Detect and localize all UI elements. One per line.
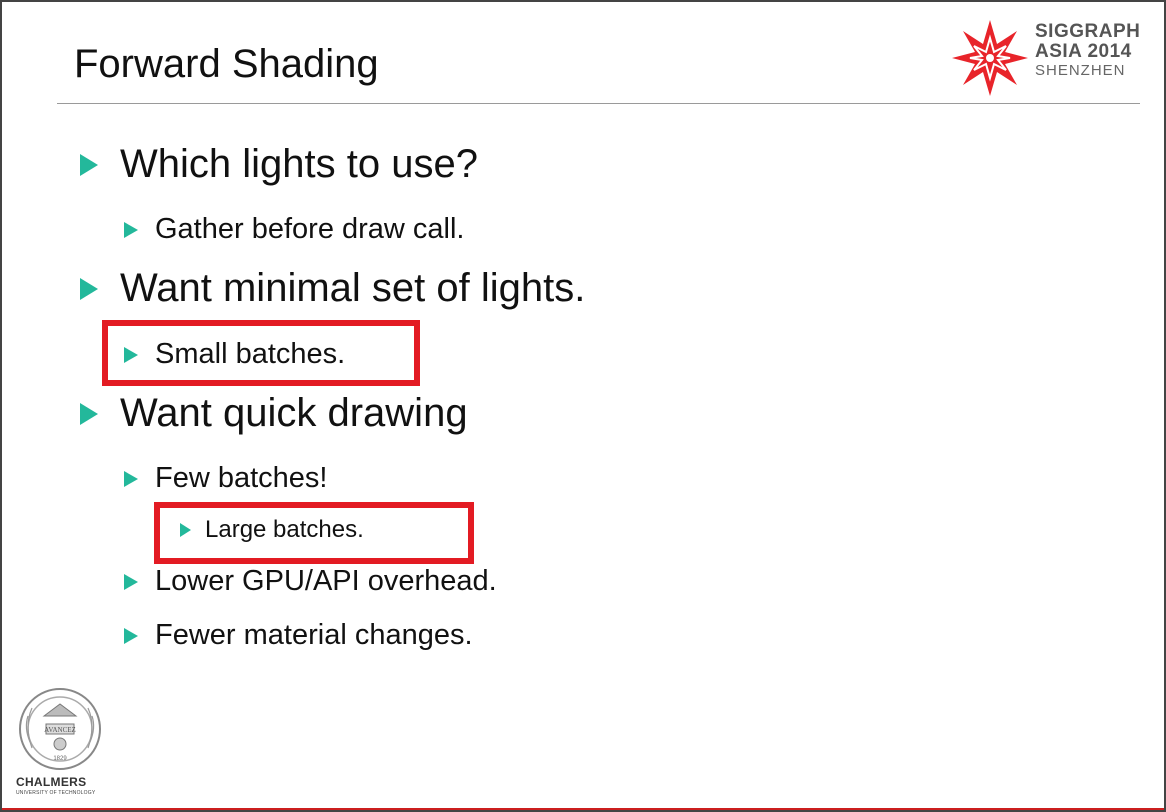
chalmers-wordmark: CHALMERS: [16, 775, 87, 789]
seal-text: AVANCEZ: [44, 726, 76, 734]
triangle-bullet-icon: [80, 402, 98, 425]
highlight-box-large-batches: [154, 502, 474, 564]
slide: Forward Shading SIGGRAPH ASIA 2014 SHENZ…: [0, 0, 1166, 812]
bullet-minimal-lights: Want minimal set of lights.: [80, 266, 585, 311]
triangle-bullet-icon: [124, 627, 138, 644]
footer-divider: [2, 808, 1164, 810]
bullet-quick-drawing: Want quick drawing: [80, 391, 468, 436]
highlight-box-small-batches: [102, 320, 420, 386]
chalmers-seal-icon: AVANCEZ 1829: [19, 688, 101, 770]
bullet-gather: Gather before draw call.: [124, 213, 464, 246]
siggraph-line1: SIGGRAPH: [1035, 21, 1141, 42]
triangle-bullet-icon: [124, 470, 138, 487]
bullet-lower-overhead: Lower GPU/API overhead.: [124, 565, 497, 598]
triangle-bullet-icon: [124, 573, 138, 590]
triangle-bullet-icon: [80, 153, 98, 176]
bullet-which-lights: Which lights to use?: [80, 142, 478, 187]
title-divider: [57, 103, 1140, 104]
siggraph-wordmark: SIGGRAPH ASIA 2014 SHENZHEN: [1035, 22, 1140, 78]
triangle-bullet-icon: [124, 221, 138, 238]
seal-year: 1829: [53, 756, 67, 762]
slide-title: Forward Shading: [74, 42, 379, 86]
siggraph-line2: ASIA 2014: [1035, 41, 1132, 62]
chalmers-subtitle: UNIVERSITY OF TECHNOLOGY: [16, 790, 96, 796]
triangle-bullet-icon: [80, 277, 98, 300]
siggraph-line3: SHENZHEN: [1035, 62, 1126, 79]
bullet-fewer-material-changes: Fewer material changes.: [124, 619, 473, 652]
bullet-few-batches: Few batches!: [124, 462, 327, 495]
